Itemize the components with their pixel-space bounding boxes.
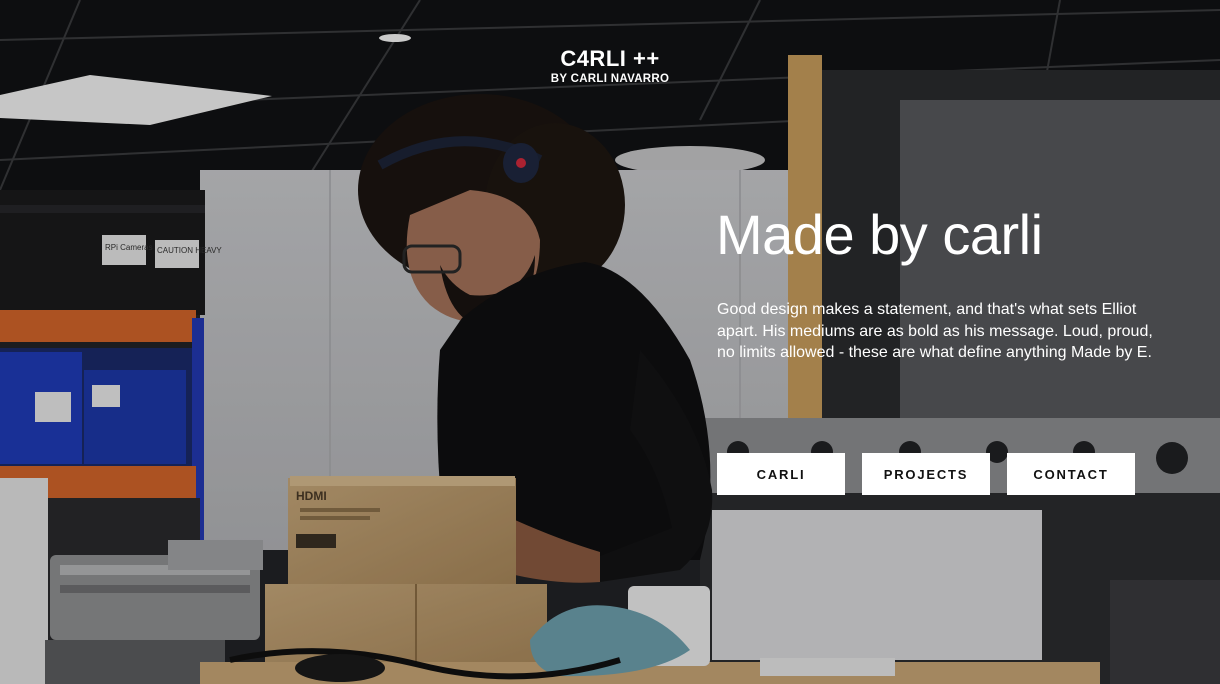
nav-carli-button[interactable]: CARLI (717, 453, 845, 495)
site-logo-subtitle: BY CARLI NAVARRO (550, 73, 670, 85)
site-logo-title[interactable]: C4RLI ++ (0, 46, 1220, 72)
nav-contact-button[interactable]: CONTACT (1007, 453, 1135, 495)
nav-projects-button[interactable]: PROJECTS (862, 453, 990, 495)
site-brand[interactable]: C4RLI ++ BY CARLI NAVARRO (0, 46, 1220, 86)
hero-nav: CARLI PROJECTS CONTACT (717, 453, 1135, 495)
hero-intro-text: Good design makes a statement, and that'… (717, 301, 1153, 361)
hero-headline: Made by carli (716, 203, 1043, 266)
